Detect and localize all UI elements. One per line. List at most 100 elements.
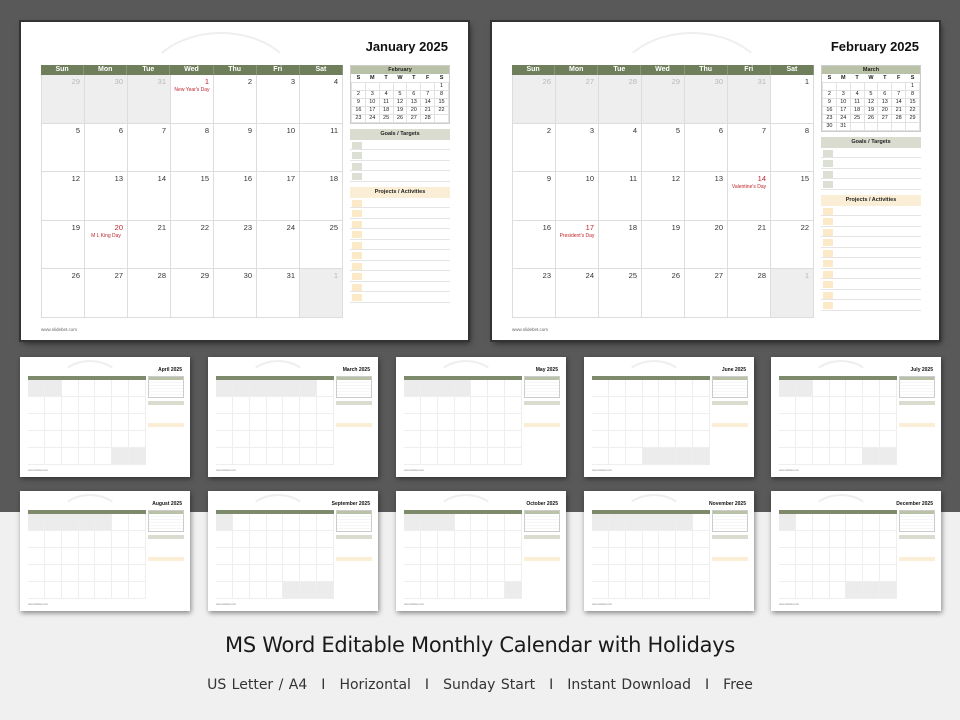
day-cell[interactable]: 30 — [214, 269, 257, 318]
day-cell[interactable]: 11 — [300, 123, 343, 173]
project-line[interactable] — [350, 198, 450, 208]
project-line[interactable] — [821, 269, 921, 279]
goal-line[interactable] — [350, 150, 450, 161]
checkbox[interactable] — [823, 249, 833, 257]
day-cell[interactable]: 7 — [728, 123, 771, 173]
thumbnail-page[interactable]: September 2025 www.slidebet.com — [208, 491, 378, 611]
project-line[interactable] — [350, 250, 450, 261]
day-cell[interactable]: 16 — [512, 220, 556, 270]
day-cell[interactable]: 12 — [41, 172, 85, 221]
project-line[interactable] — [821, 300, 921, 311]
day-cell[interactable]: 20 — [685, 220, 728, 270]
checkbox[interactable] — [352, 231, 362, 238]
project-line[interactable] — [350, 208, 450, 219]
day-cell[interactable]: 7 — [128, 123, 171, 173]
day-cell[interactable]: 24 — [257, 220, 300, 270]
day-cell[interactable]: 9 — [512, 172, 556, 221]
goal-line[interactable] — [821, 148, 921, 158]
goal-line[interactable] — [350, 171, 450, 182]
thumbnail-page[interactable]: April 2025 www.slidebet.com — [20, 357, 190, 477]
checkbox[interactable] — [352, 283, 362, 291]
checkbox[interactable] — [823, 218, 833, 225]
day-cell[interactable]: 28 — [599, 75, 642, 124]
day-cell[interactable]: 19 — [41, 220, 85, 270]
day-cell[interactable]: 3 — [556, 123, 599, 173]
day-cell[interactable]: 13 — [685, 172, 728, 221]
day-cell[interactable]: 4 — [599, 123, 642, 173]
day-cell[interactable]: 10 — [257, 123, 300, 173]
day-cell[interactable]: 29 — [642, 75, 685, 124]
thumbnail-page[interactable]: November 2025 www.slidebet.com — [584, 491, 754, 611]
thumbnail-page[interactable]: December 2025 www.slidebet.com — [771, 491, 941, 611]
checkbox[interactable] — [352, 241, 362, 249]
day-cell[interactable]: 26 — [512, 75, 556, 124]
checkbox[interactable] — [352, 210, 362, 217]
day-cell[interactable]: 25 — [599, 269, 642, 318]
day-cell[interactable]: 8 — [171, 123, 214, 173]
thumbnail-page[interactable]: August 2025 www.slidebet.com — [20, 491, 190, 611]
day-cell[interactable]: 3 — [257, 75, 300, 124]
day-cell[interactable]: 21 — [728, 220, 771, 270]
project-line[interactable] — [821, 290, 921, 300]
day-cell[interactable]: 17 — [257, 172, 300, 221]
project-line[interactable] — [350, 282, 450, 292]
day-cell[interactable]: 12 — [642, 172, 685, 221]
day-cell[interactable]: 17 President's Day — [556, 220, 599, 270]
checkbox[interactable] — [352, 294, 362, 301]
goal-line[interactable] — [821, 169, 921, 179]
day-cell[interactable]: 30 — [685, 75, 728, 124]
checkbox[interactable] — [823, 302, 833, 309]
goal-line[interactable] — [350, 140, 450, 150]
calendar-page-0[interactable]: January 2025 Sun Mon Tue Wed Thu Fri Sat 29 30 31 1… — [21, 22, 468, 340]
project-line[interactable] — [821, 248, 921, 258]
day-cell[interactable]: 23 — [512, 269, 556, 318]
day-cell[interactable]: 27 — [556, 75, 599, 124]
day-cell[interactable]: 24 — [556, 269, 599, 318]
checkbox[interactable] — [352, 220, 362, 228]
day-cell[interactable]: 28 — [728, 269, 771, 318]
day-cell[interactable]: 29 — [171, 269, 214, 318]
thumbnail-page[interactable]: July 2025 www.slidebet.com — [771, 357, 941, 477]
checkbox[interactable] — [823, 270, 833, 278]
project-line[interactable] — [821, 258, 921, 269]
goal-line[interactable] — [350, 161, 450, 171]
day-cell[interactable]: 8 — [771, 123, 814, 173]
checkbox[interactable] — [352, 252, 362, 259]
checkbox[interactable] — [823, 160, 833, 167]
project-line[interactable] — [821, 206, 921, 216]
day-cell[interactable]: 29 — [41, 75, 85, 124]
day-cell[interactable]: 1 — [771, 75, 814, 124]
day-cell[interactable]: 26 — [642, 269, 685, 318]
checkbox[interactable] — [352, 262, 362, 270]
day-cell[interactable]: 1 — [300, 269, 343, 318]
day-cell[interactable]: 4 — [300, 75, 343, 124]
project-line[interactable] — [350, 240, 450, 250]
checkbox[interactable] — [352, 273, 362, 280]
day-cell[interactable]: 18 — [300, 172, 343, 221]
day-cell[interactable]: 27 — [85, 269, 128, 318]
checkbox[interactable] — [823, 291, 833, 299]
checkbox[interactable] — [823, 170, 833, 178]
day-cell[interactable]: 1 — [771, 269, 814, 318]
day-cell[interactable]: 2 — [214, 75, 257, 124]
day-cell[interactable]: 21 — [128, 220, 171, 270]
day-cell[interactable]: 31 — [257, 269, 300, 318]
project-line[interactable] — [821, 237, 921, 248]
project-line[interactable] — [350, 271, 450, 282]
day-cell[interactable]: 14 — [128, 172, 171, 221]
checkbox[interactable] — [823, 239, 833, 246]
goal-line[interactable] — [821, 179, 921, 190]
day-cell[interactable]: 19 — [642, 220, 685, 270]
project-line[interactable] — [350, 229, 450, 240]
day-cell[interactable]: 6 — [85, 123, 128, 173]
checkbox[interactable] — [352, 152, 362, 159]
day-cell[interactable]: 26 — [41, 269, 85, 318]
day-cell[interactable]: 28 — [128, 269, 171, 318]
calendar-page-1[interactable]: February 2025 Sun Mon Tue Wed Thu Fri Sat 26 27 28… — [492, 22, 939, 340]
checkbox[interactable] — [352, 199, 362, 207]
day-cell[interactable]: 27 — [685, 269, 728, 318]
day-cell[interactable]: 15 — [771, 172, 814, 221]
checkbox[interactable] — [823, 149, 833, 157]
thumbnail-page[interactable]: June 2025 www.slidebet.com — [584, 357, 754, 477]
day-cell[interactable]: 23 — [214, 220, 257, 270]
